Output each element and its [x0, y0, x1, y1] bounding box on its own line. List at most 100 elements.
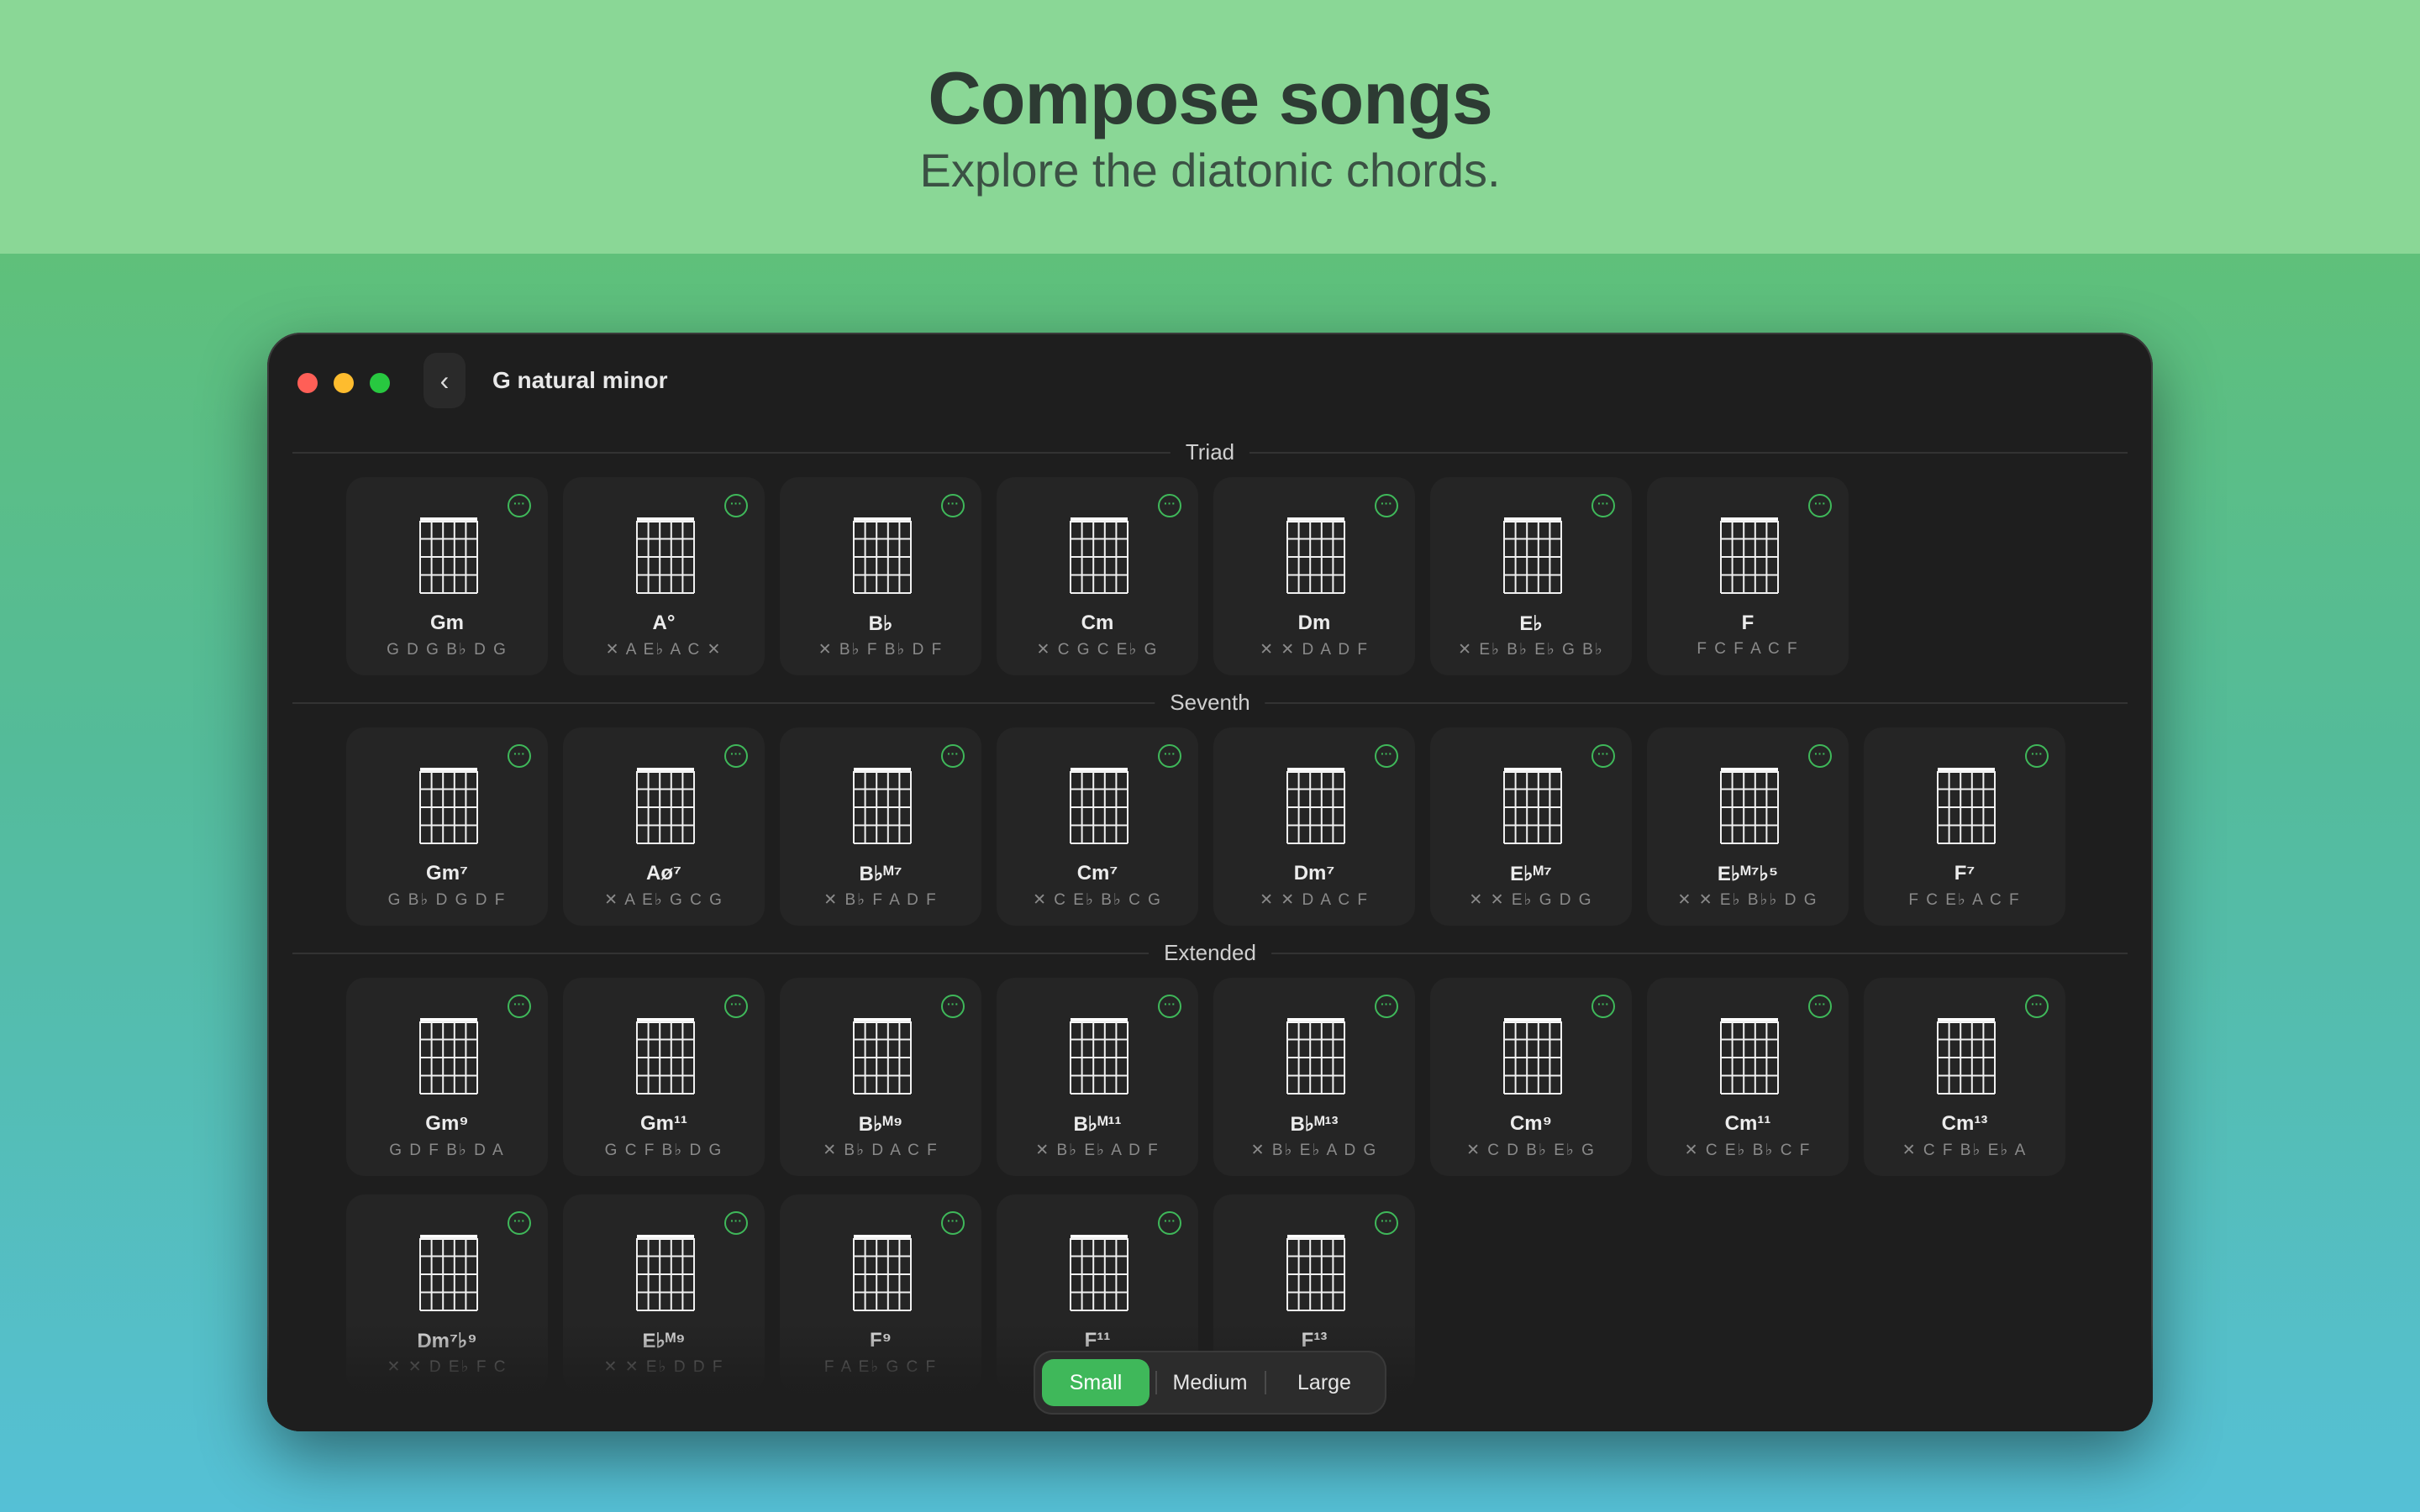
- chord-card[interactable]: ··· F F C F A C F: [1647, 477, 1849, 675]
- chord-name: F⁷: [1954, 862, 1975, 885]
- chord-name: Cm¹¹: [1724, 1112, 1771, 1135]
- more-options-icon[interactable]: ···: [508, 494, 531, 517]
- hero-subtitle: Explore the diatonic chords.: [919, 144, 1501, 197]
- chord-card[interactable]: ··· Dm⁷ ✕ ✕ D A C F: [1213, 727, 1415, 926]
- size-option-small[interactable]: Small: [1042, 1359, 1150, 1406]
- chord-notes: ✕ C E♭ B♭ C G: [1033, 891, 1162, 909]
- chord-name: Cm¹³: [1941, 1112, 1988, 1135]
- more-options-icon[interactable]: ···: [941, 1211, 965, 1235]
- chord-notes: ✕ ✕ D A D F: [1260, 641, 1369, 659]
- chord-card[interactable]: ··· B♭ᴹ¹¹ ✕ B♭ E♭ A D F: [997, 978, 1198, 1176]
- chord-name: Dm: [1297, 612, 1331, 634]
- more-options-icon[interactable]: ···: [2025, 995, 2049, 1018]
- minimize-window-button[interactable]: [334, 373, 354, 393]
- chord-card[interactable]: ··· Gm G D G B♭ D G: [346, 477, 548, 675]
- chord-card[interactable]: ··· E♭ᴹ⁷ ✕ ✕ E♭ G D G: [1430, 727, 1632, 926]
- chord-card[interactable]: ··· Cm¹³ ✕ C F B♭ E♭ A: [1864, 978, 2065, 1176]
- more-options-icon[interactable]: ···: [1158, 995, 1181, 1018]
- chord-name: Cm⁹: [1509, 1112, 1553, 1135]
- chord-card[interactable]: ··· Gm⁷ G B♭ D G D F: [346, 727, 548, 926]
- chord-name: F: [1741, 612, 1754, 634]
- more-options-icon[interactable]: ···: [1808, 995, 1832, 1018]
- chord-notes: ✕ ✕ D A C F: [1260, 891, 1369, 909]
- more-options-icon[interactable]: ···: [724, 744, 748, 768]
- size-option-medium[interactable]: Medium: [1156, 1359, 1264, 1406]
- chord-name: B♭ᴹ¹³: [1290, 1113, 1339, 1136]
- chord-card[interactable]: ··· B♭ᴹ⁷ ✕ B♭ F A D F: [780, 727, 981, 926]
- more-options-icon[interactable]: ···: [724, 995, 748, 1018]
- chord-card[interactable]: ··· Gm⁹ G D F B♭ D A: [346, 978, 548, 1176]
- section-divider: Seventh: [292, 690, 2128, 715]
- chord-name: E♭ᴹ⁷: [1510, 863, 1552, 885]
- chord-notes: G C F B♭ D G: [604, 1142, 723, 1159]
- chord-notes: ✕ B♭ E♭ A D G: [1250, 1142, 1378, 1159]
- more-options-icon[interactable]: ···: [508, 744, 531, 768]
- chord-notes: F C F A C F: [1697, 640, 1799, 658]
- more-options-icon[interactable]: ···: [1375, 995, 1398, 1018]
- chord-card[interactable]: ··· Cm ✕ C G C E♭ G: [997, 477, 1198, 675]
- chord-name: Cm: [1081, 612, 1114, 634]
- chord-card[interactable]: ··· Cm¹¹ ✕ C E♭ B♭ C F: [1647, 978, 1849, 1176]
- section-label: Seventh: [1155, 690, 1265, 715]
- chevron-left-icon: ‹: [439, 365, 450, 396]
- hero-banner: Compose songs Explore the diatonic chord…: [0, 0, 2420, 254]
- size-option-large[interactable]: Large: [1270, 1359, 1378, 1406]
- more-options-icon[interactable]: ···: [724, 1211, 748, 1235]
- segment-divider: [1265, 1371, 1266, 1394]
- chord-card[interactable]: ··· Aø⁷ ✕ A E♭ G C G: [563, 727, 765, 926]
- chord-card[interactable]: ··· B♭ ✕ B♭ F B♭ D F: [780, 477, 981, 675]
- section-label: Triad: [1170, 439, 1250, 465]
- chord-name: Gm⁹: [425, 1112, 469, 1135]
- chord-card[interactable]: ··· B♭ᴹ¹³ ✕ B♭ E♭ A D G: [1213, 978, 1415, 1176]
- more-options-icon[interactable]: ···: [1808, 744, 1832, 768]
- chord-notes: ✕ C E♭ B♭ C F: [1684, 1142, 1812, 1159]
- chord-notes: G D F B♭ D A: [389, 1142, 505, 1159]
- more-options-icon[interactable]: ···: [1375, 494, 1398, 517]
- chord-card[interactable]: ··· E♭ᴹ⁷♭⁵ ✕ ✕ E♭ B♭♭ D G: [1647, 727, 1849, 926]
- chord-name: B♭ᴹ⁹: [858, 1113, 903, 1136]
- chord-name: B♭ᴹ¹¹: [1073, 1113, 1122, 1136]
- more-options-icon[interactable]: ···: [941, 744, 965, 768]
- chord-card[interactable]: ··· B♭ᴹ⁹ ✕ B♭ D A C F: [780, 978, 981, 1176]
- chord-notes: ✕ E♭ B♭ E♭ G B♭: [1458, 641, 1604, 659]
- chord-card[interactable]: ··· Dm ✕ ✕ D A D F: [1213, 477, 1415, 675]
- more-options-icon[interactable]: ···: [508, 1211, 531, 1235]
- more-options-icon[interactable]: ···: [724, 494, 748, 517]
- hero-title: Compose songs: [928, 56, 1493, 139]
- more-options-icon[interactable]: ···: [1375, 744, 1398, 768]
- chord-notes: ✕ A E♭ G C G: [604, 891, 723, 909]
- chord-card[interactable]: ··· Cm⁷ ✕ C E♭ B♭ C G: [997, 727, 1198, 926]
- size-segmented-control: Small Medium Large: [1034, 1351, 1386, 1415]
- more-options-icon[interactable]: ···: [2025, 744, 2049, 768]
- more-options-icon[interactable]: ···: [941, 494, 965, 517]
- more-options-icon[interactable]: ···: [1375, 1211, 1398, 1235]
- chord-notes: ✕ C D B♭ E♭ G: [1466, 1142, 1596, 1159]
- chord-notes: G B♭ D G D F: [387, 891, 507, 909]
- chord-card[interactable]: ··· E♭ ✕ E♭ B♭ E♭ G B♭: [1430, 477, 1632, 675]
- chord-card[interactable]: ··· Gm¹¹ G C F B♭ D G: [563, 978, 765, 1176]
- back-button[interactable]: ‹: [424, 353, 466, 408]
- chord-name: E♭ᴹ⁷♭⁵: [1717, 863, 1779, 885]
- chord-card[interactable]: ··· Cm⁹ ✕ C D B♭ E♭ G: [1430, 978, 1632, 1176]
- more-options-icon[interactable]: ···: [1158, 1211, 1181, 1235]
- window-title: G natural minor: [492, 367, 668, 393]
- chord-notes: ✕ B♭ F A D F: [823, 891, 938, 909]
- chord-name: B♭ᴹ⁷: [859, 863, 902, 885]
- chord-name: A°: [652, 612, 676, 634]
- more-options-icon[interactable]: ···: [1158, 744, 1181, 768]
- more-options-icon[interactable]: ···: [1808, 494, 1832, 517]
- chord-name: Gm: [429, 612, 464, 634]
- zoom-window-button[interactable]: [370, 373, 390, 393]
- more-options-icon[interactable]: ···: [1591, 494, 1615, 517]
- chord-card[interactable]: ··· F⁷ F C E♭ A C F: [1864, 727, 2065, 926]
- chord-notes: G D G B♭ D G: [387, 641, 508, 659]
- more-options-icon[interactable]: ···: [1591, 744, 1615, 768]
- more-options-icon[interactable]: ···: [941, 995, 965, 1018]
- more-options-icon[interactable]: ···: [1158, 494, 1181, 517]
- section-divider: Extended: [292, 940, 2128, 965]
- more-options-icon[interactable]: ···: [508, 995, 531, 1018]
- chord-card[interactable]: ··· A° ✕ A E♭ A C ✕: [563, 477, 765, 675]
- more-options-icon[interactable]: ···: [1591, 995, 1615, 1018]
- close-window-button[interactable]: [297, 373, 318, 393]
- chord-notes: ✕ B♭ D A C F: [823, 1142, 939, 1159]
